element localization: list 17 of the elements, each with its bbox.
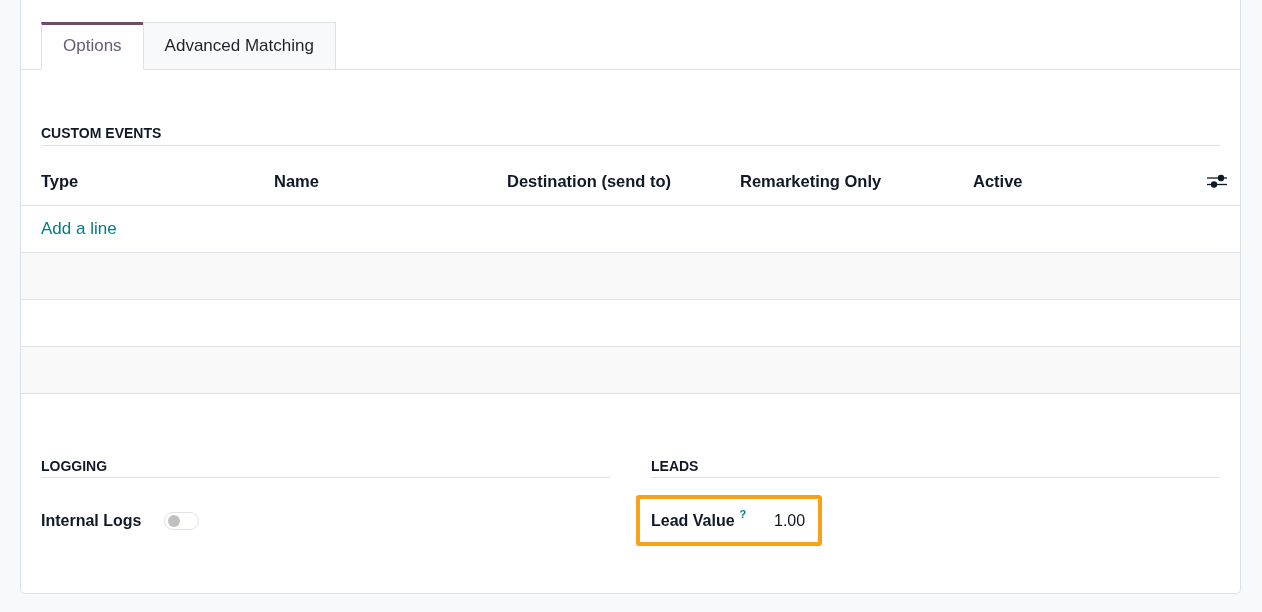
column-header[interactable]: Type (41, 171, 79, 190)
column-header[interactable]: Destination (send to) (507, 171, 672, 190)
section-title: CUSTOM EVENTS (41, 125, 1220, 146)
sliders-icon[interactable] (1207, 174, 1227, 188)
help-tooltip[interactable]: ? (739, 508, 747, 520)
field-label: Internal Logs (41, 511, 142, 530)
column-header[interactable]: Active (973, 171, 1023, 190)
column-header[interactable]: Name (274, 171, 319, 190)
number-field[interactable]: 1.00 (774, 511, 806, 530)
field-label: Lead Value (651, 511, 735, 530)
tab[interactable]: Options (41, 22, 144, 70)
tab[interactable]: Advanced Matching (142, 22, 336, 70)
group-title: LEADS (651, 458, 1220, 478)
group-title: LOGGING (41, 458, 610, 478)
column-header[interactable]: Remarketing Only (740, 171, 882, 190)
toggle-switch[interactable] (164, 511, 199, 530)
add-line-link[interactable]: Add a line (41, 219, 117, 238)
